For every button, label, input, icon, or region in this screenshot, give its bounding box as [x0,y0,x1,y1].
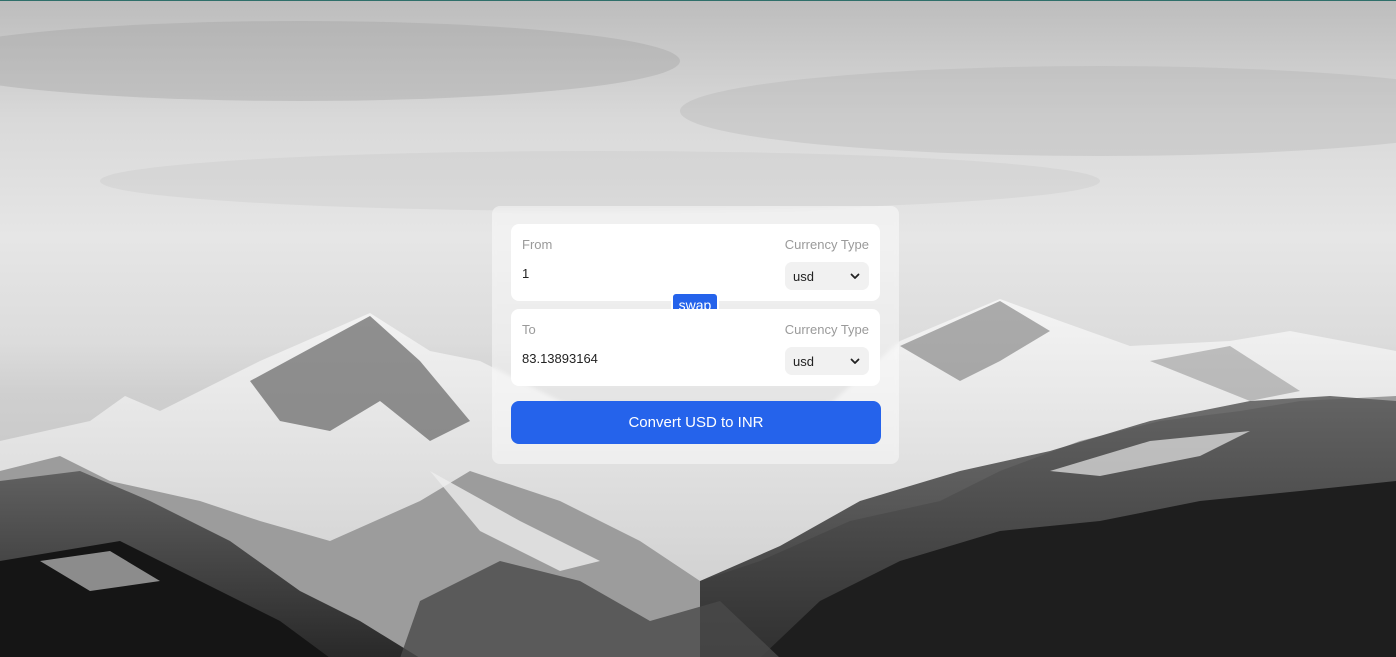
chevron-down-icon [850,358,860,364]
from-currency-select[interactable]: usd [785,262,869,290]
from-currency-type-label: Currency Type [784,237,869,252]
from-panel: From Currency Type usd [511,224,880,301]
from-label: From [522,237,553,252]
app-stage: From Currency Type usd swap To Currency … [0,0,1396,657]
to-label: To [522,322,536,337]
to-currency-select[interactable]: usd [785,347,869,375]
to-panel: To Currency Type usd [511,309,880,386]
to-amount-input[interactable] [522,351,752,366]
from-currency-value: usd [793,268,814,284]
to-currency-type-label: Currency Type [784,322,869,337]
to-currency-value: usd [793,353,814,369]
convert-button[interactable]: Convert USD to INR [511,401,881,444]
from-amount-input[interactable] [522,266,752,281]
chevron-down-icon [850,273,860,279]
converter-card: From Currency Type usd swap To Currency … [492,206,899,464]
